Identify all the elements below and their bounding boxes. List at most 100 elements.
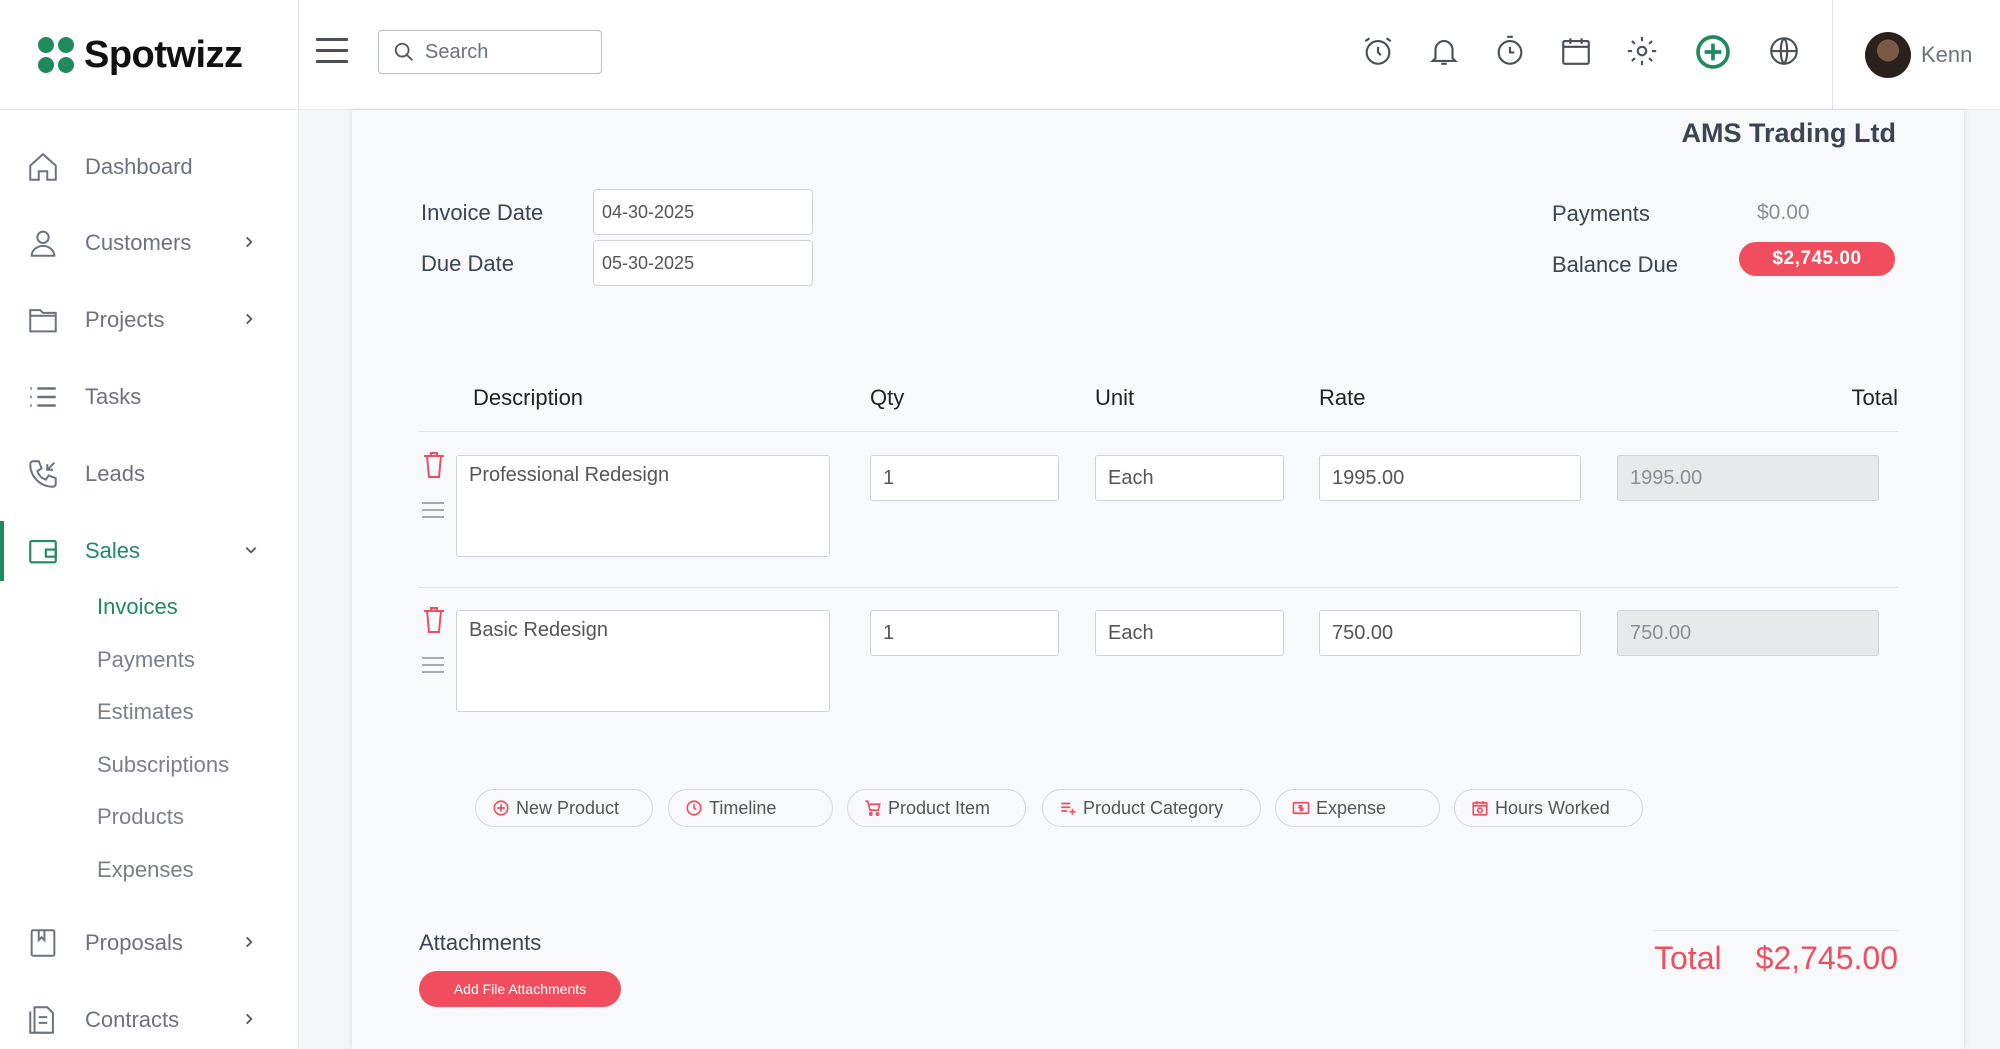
unit-field[interactable]: Each [1095, 610, 1284, 656]
payments-label: Payments [1552, 201, 1650, 226]
users-icon [30, 230, 56, 257]
column-header-description: Description [473, 385, 584, 410]
due-date-label: Due Date [421, 251, 514, 276]
timeline-button[interactable]: Timeline [668, 789, 833, 827]
invoice-date-field[interactable]: 04-30-2025 [593, 189, 813, 235]
sidebar-item-contracts[interactable]: Contracts [0, 990, 299, 1049]
search-input[interactable] [425, 40, 585, 64]
menu-toggle-icon[interactable] [316, 38, 348, 66]
sidebar-item-label: Dashboard [85, 154, 193, 179]
sidebar-item-leads[interactable]: Leads [0, 444, 299, 504]
alarm-clock-icon[interactable] [1361, 34, 1395, 68]
hours-worked-button[interactable]: Hours Worked [1454, 789, 1643, 827]
new-product-button[interactable]: New Product [475, 789, 653, 827]
sidebar-item-label: Proposals [85, 930, 183, 955]
money-bill-icon [1292, 801, 1310, 815]
document-icon [29, 1006, 54, 1034]
sidebar-subitem-products[interactable]: Products [97, 804, 184, 830]
invoice-date-label: Invoice Date [421, 200, 544, 225]
column-header-unit: Unit [1095, 385, 1135, 410]
description-field[interactable]: Basic Redesign [456, 610, 830, 712]
user-menu[interactable]: Kenn [1832, 0, 2000, 110]
invoice-card: AMS Trading Ltd Invoice Date 04-30-2025 … [352, 110, 1964, 1049]
add-file-attachments-button[interactable]: Add File Attachments [419, 971, 621, 1007]
sidebar-subitem-expenses[interactable]: Expenses [97, 857, 194, 883]
chip-label: Timeline [709, 797, 777, 818]
rate-field[interactable]: 1995.00 [1319, 455, 1581, 501]
add-circle-icon[interactable] [1693, 32, 1733, 72]
top-bar: Spotwizz Kenn [0, 0, 2000, 110]
company-name: AMS Trading Ltd [1681, 118, 1896, 148]
sidebar-subitem-estimates[interactable]: Estimates [97, 699, 194, 725]
sidebar-item-label: Projects [85, 307, 165, 332]
brand-name: Spotwizz [84, 33, 243, 76]
attachments-title: Attachments [419, 930, 542, 955]
timer-icon[interactable] [1493, 34, 1527, 68]
sidebar-item-tasks[interactable]: Tasks [0, 367, 299, 427]
trash-icon[interactable] [422, 451, 446, 479]
qty-field[interactable]: 1 [870, 610, 1059, 656]
sidebar-item-customers[interactable]: Customers [0, 213, 299, 273]
column-header-qty: Qty [870, 385, 905, 410]
description-field[interactable]: Professional Redesign [456, 455, 830, 557]
sidebar-subitem-payments[interactable]: Payments [97, 647, 195, 673]
brand-logo-icon [38, 37, 74, 73]
product-item-button[interactable]: Product Item [847, 789, 1026, 827]
trash-icon[interactable] [422, 606, 446, 634]
sidebar-item-projects[interactable]: Projects [0, 290, 299, 350]
payments-value: $0.00 [1757, 201, 1810, 224]
gear-icon[interactable] [1625, 34, 1659, 68]
folder-icon [29, 309, 57, 333]
sidebar-item-sales[interactable]: Sales [0, 521, 299, 581]
expense-button[interactable]: Expense [1275, 789, 1440, 827]
avatar [1865, 32, 1911, 78]
divider [418, 587, 1898, 588]
column-header-rate: Rate [1319, 385, 1366, 410]
sidebar: Dashboard Customers Projects Tasks Leads… [0, 110, 299, 1049]
chip-label: New Product [516, 797, 620, 818]
total-label: Total [1654, 940, 1722, 976]
calendar-icon[interactable] [1559, 34, 1593, 68]
balance-due-badge: $2,745.00 [1739, 242, 1895, 276]
chevron-right-icon [246, 313, 253, 325]
divider [418, 431, 1898, 432]
globe-icon[interactable] [1767, 34, 1801, 68]
rate-field[interactable]: 750.00 [1319, 610, 1581, 656]
sidebar-subitem-subscriptions[interactable]: Subscriptions [97, 752, 229, 778]
due-date-field[interactable]: 05-30-2025 [593, 240, 813, 286]
sidebar-subitem-invoices[interactable]: Invoices [97, 594, 178, 620]
brand[interactable]: Spotwizz [0, 0, 299, 110]
qty-field[interactable]: 1 [870, 455, 1059, 501]
drag-handle-icon[interactable] [422, 502, 444, 520]
list-icon [30, 387, 56, 407]
chevron-right-icon [246, 1013, 253, 1025]
balance-due-label: Balance Due [1552, 252, 1678, 277]
bookmark-book-icon [30, 929, 56, 957]
cart-icon [865, 800, 881, 816]
sidebar-item-label: Sales [85, 538, 141, 563]
sidebar-item-label: Contracts [85, 1007, 180, 1032]
product-category-button[interactable]: Product Category [1042, 789, 1261, 827]
bell-icon[interactable] [1427, 34, 1461, 68]
unit-field[interactable]: Each [1095, 455, 1284, 501]
search-icon [394, 42, 413, 61]
chip-label: Hours Worked [1495, 797, 1610, 818]
sidebar-item-dashboard[interactable]: Dashboard [0, 137, 299, 197]
search-box[interactable] [378, 30, 602, 74]
chip-label: Expense [1316, 797, 1387, 818]
chevron-right-icon [246, 936, 253, 948]
column-header-total: Total [1851, 385, 1898, 410]
sidebar-item-label: Leads [85, 461, 145, 486]
chevron-down-icon [245, 547, 257, 554]
home-icon [29, 152, 57, 181]
line-total-field: 1995.00 [1617, 455, 1879, 501]
user-name: Kenn [1921, 42, 1973, 67]
wallet-icon [29, 540, 57, 564]
clock-icon [686, 800, 702, 816]
phone-incoming-icon [29, 460, 57, 488]
sidebar-item-label: Customers [85, 230, 192, 255]
drag-handle-icon[interactable] [422, 657, 444, 675]
line-total-field: 750.00 [1617, 610, 1879, 656]
total-value: $2,745.00 [1755, 940, 1898, 976]
sidebar-item-proposals[interactable]: Proposals [0, 913, 299, 973]
